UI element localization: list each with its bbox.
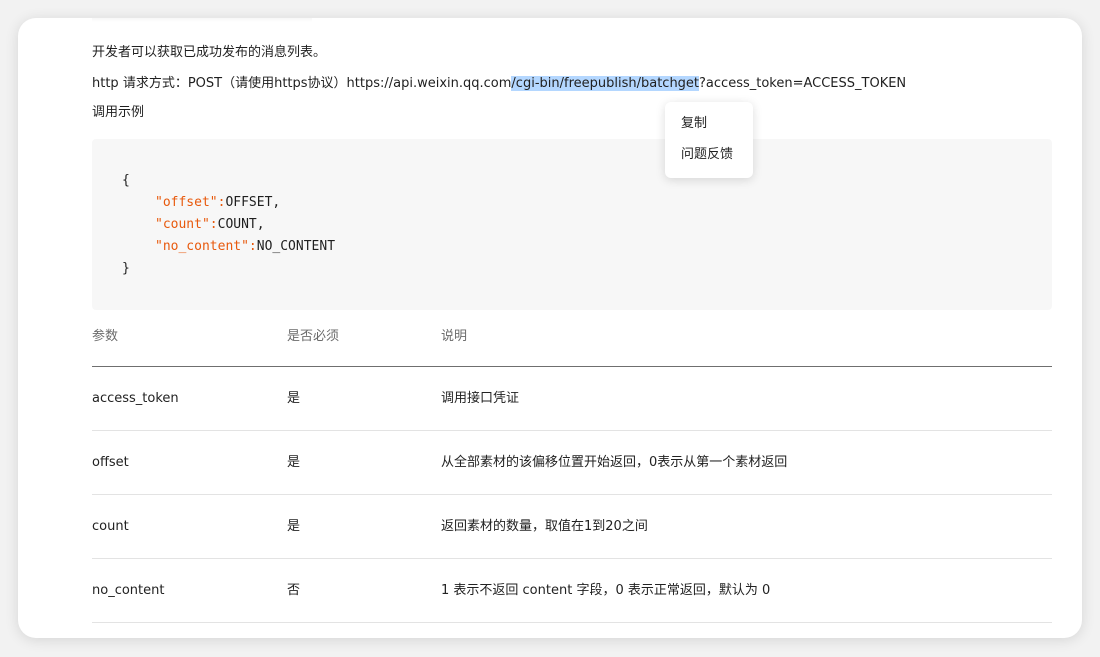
code-value: NO_CONTENT [256,239,336,254]
param-description: 1 表示不返回 content 字段，0 表示正常返回，默认为 0 [441,583,771,598]
code-key: "no_content": [155,239,257,254]
code-line-offset: "offset":OFFSET, [155,194,280,212]
param-name: access_token [92,391,179,406]
table-header-required: 是否必须 [287,329,340,344]
table-row: count 是 返回素材的数量，取值在1到20之间 [92,495,1052,559]
code-example[interactable]: { "offset":OFFSET, "count":COUNT, "no_co… [92,139,1052,310]
param-name: offset [92,455,129,470]
table-header-parameter: 参数 [92,329,119,344]
context-menu: 复制 问题反馈 [665,102,753,178]
feedback-menu-item[interactable]: 问题反馈 [681,146,733,164]
code-open-brace: { [122,173,130,188]
param-required: 是 [287,455,301,470]
table-row: access_token 是 调用接口凭证 [92,367,1052,431]
code-line-no-content: "no_content":NO_CONTENT [155,238,335,256]
example-label: 调用示例 [92,105,145,120]
selected-url-path[interactable]: /cgi-bin/freepublish/batchget [511,76,700,91]
table-header-description: 说明 [441,329,468,344]
document-panel: 开发者可以获取已成功发布的消息列表。 http 请求方式：POST（请使用htt… [18,18,1082,638]
code-close-brace: } [122,261,130,276]
code-key: "offset": [155,195,226,210]
http-request-line: http 请求方式：POST（请使用https协议）https://api.we… [92,75,906,93]
param-required: 否 [287,583,301,598]
description-text: 开发者可以获取已成功发布的消息列表。 [92,45,327,60]
code-value: OFFSET, [225,195,281,210]
param-description: 调用接口凭证 [441,391,520,406]
param-required: 是 [287,519,301,534]
table-row: offset 是 从全部素材的该偏移位置开始返回，0表示从第一个素材返回 [92,431,1052,495]
http-suffix: ?access_token=ACCESS_TOKEN [699,76,907,91]
http-prefix: http 请求方式：POST（请使用https协议）https://api.we… [92,76,512,91]
code-key: "count": [155,217,218,232]
param-required: 是 [287,391,301,406]
code-value: COUNT, [217,217,265,232]
copy-menu-item[interactable]: 复制 [681,115,707,133]
param-description: 返回素材的数量，取值在1到20之间 [441,519,648,534]
param-name: no_content [92,583,165,598]
param-description: 从全部素材的该偏移位置开始返回，0表示从第一个素材返回 [441,455,788,470]
clipped-top-text [92,18,312,22]
param-name: count [92,519,129,534]
code-line-count: "count":COUNT, [155,216,265,234]
table-row: no_content 否 1 表示不返回 content 字段，0 表示正常返回… [92,559,1052,623]
